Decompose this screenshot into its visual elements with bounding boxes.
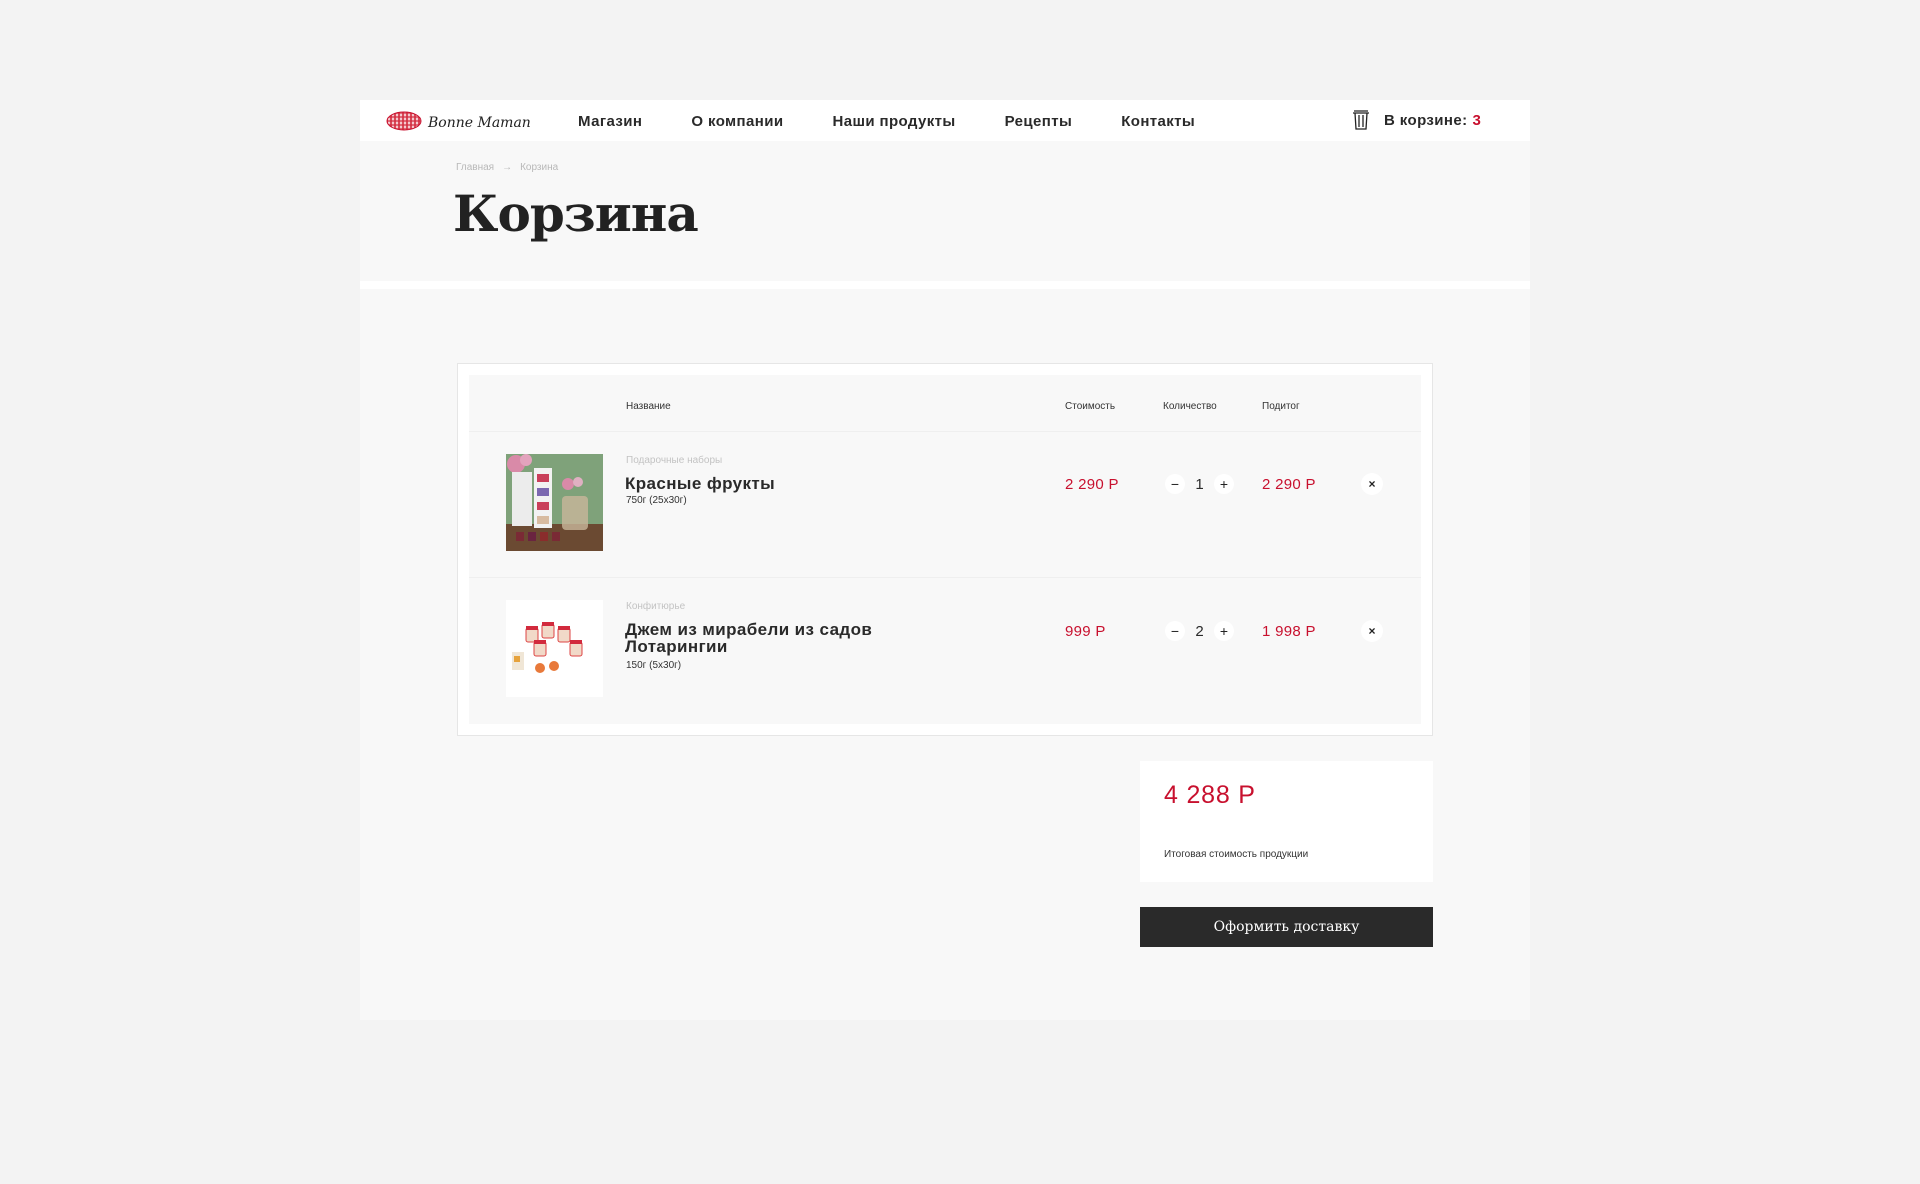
quantity-stepper: − 1 + xyxy=(1165,474,1234,494)
breadcrumb-current: Корзина xyxy=(520,162,559,173)
remove-item-button[interactable]: × xyxy=(1361,473,1383,495)
page-frame: Bonne Maman Магазин О компании Наши прод… xyxy=(360,100,1530,1020)
svg-text:Bonne Maman: Bonne Maman xyxy=(427,115,531,131)
nav-recipes[interactable]: Рецепты xyxy=(1005,113,1073,130)
increase-quantity-button[interactable]: + xyxy=(1214,474,1234,494)
table-row: Конфитюрье Джем из мирабели из садов Лот… xyxy=(469,577,1421,723)
table-row: Подарочные наборы Красные фрукты 750г (2… xyxy=(469,431,1421,577)
header-subtotal: Подитог xyxy=(1262,401,1300,412)
breadcrumb-separator: → xyxy=(502,162,513,173)
cart-table: Название Стоимость Количество Подитог По… xyxy=(457,363,1433,736)
header-cart-link[interactable]: В корзине: 3 xyxy=(1352,110,1481,130)
total-amount: 4 288 Р xyxy=(1164,781,1256,809)
nav-products[interactable]: Наши продукты xyxy=(832,113,955,130)
product-name[interactable]: Джем из мирабели из садов Лотарингии xyxy=(625,621,955,655)
breadcrumb-home[interactable]: Главная xyxy=(456,162,494,173)
cart-count: 3 xyxy=(1472,111,1482,129)
decrease-quantity-button[interactable]: − xyxy=(1165,474,1185,494)
brand-logo[interactable]: Bonne Maman xyxy=(386,108,531,134)
quantity-stepper: − 2 + xyxy=(1165,621,1234,641)
main-nav: Магазин О компании Наши продукты Рецепты… xyxy=(578,113,1244,130)
product-subtotal: 2 290 Р xyxy=(1262,476,1316,493)
header-price: Стоимость xyxy=(1065,401,1116,412)
increase-quantity-button[interactable]: + xyxy=(1214,621,1234,641)
product-size: 150г (5x30г) xyxy=(626,660,682,671)
checkout-button[interactable]: Оформить доставку xyxy=(1140,907,1433,947)
breadcrumb: Главная → Корзина xyxy=(456,162,558,173)
section-divider xyxy=(360,281,1530,289)
page-title: Корзина xyxy=(453,184,699,243)
nav-contacts[interactable]: Контакты xyxy=(1121,113,1195,130)
product-category: Подарочные наборы xyxy=(626,455,723,466)
cart-icon xyxy=(1353,110,1369,130)
product-price: 2 290 Р xyxy=(1065,476,1119,493)
product-image[interactable] xyxy=(506,600,603,697)
quantity-value[interactable]: 1 xyxy=(1185,476,1214,493)
header-quantity: Количество xyxy=(1163,401,1217,412)
product-category: Конфитюрье xyxy=(626,601,686,612)
product-size: 750г (25x30г) xyxy=(626,495,687,506)
cart-label: В корзине: xyxy=(1384,111,1468,129)
decrease-quantity-button[interactable]: − xyxy=(1165,621,1185,641)
cart-table-body: Название Стоимость Количество Подитог По… xyxy=(469,375,1421,724)
nav-shop[interactable]: Магазин xyxy=(578,113,642,130)
header-name: Название xyxy=(626,401,671,412)
order-total-box: 4 288 Р Итоговая стоимость продукции xyxy=(1140,761,1433,882)
product-subtotal: 1 998 Р xyxy=(1262,623,1316,640)
product-image[interactable] xyxy=(506,454,603,551)
quantity-value[interactable]: 2 xyxy=(1185,623,1214,640)
site-header: Bonne Maman Магазин О компании Наши прод… xyxy=(360,100,1530,141)
product-price: 999 Р xyxy=(1065,623,1106,640)
total-label: Итоговая стоимость продукции xyxy=(1164,849,1309,860)
remove-item-button[interactable]: × xyxy=(1361,620,1383,642)
nav-about[interactable]: О компании xyxy=(691,113,783,130)
product-name[interactable]: Красные фрукты xyxy=(625,475,955,492)
